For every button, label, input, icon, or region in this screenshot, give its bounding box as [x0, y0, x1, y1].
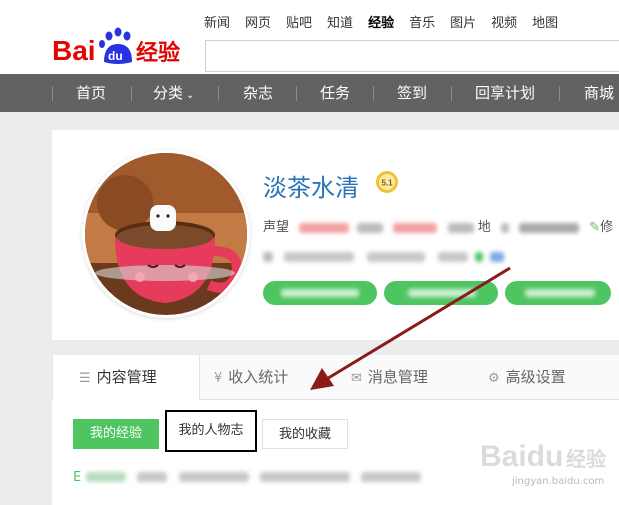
nav-separator	[218, 86, 219, 101]
reputation-label: 声望	[263, 220, 290, 235]
gear-icon: ⚙	[488, 371, 500, 386]
edit-label[interactable]: 修	[600, 220, 613, 235]
top-nav-item[interactable]: 贴吧	[286, 12, 312, 31]
top-nav-item[interactable]: 地图	[532, 12, 558, 31]
profile-action-button-1[interactable]	[263, 281, 377, 305]
svg-text:经验: 经验	[566, 447, 606, 471]
baidu-jingyan-logo[interactable]: Bai du 经验	[52, 26, 192, 68]
nav-item[interactable]: 商城	[584, 74, 614, 112]
edit-icon[interactable]: ✎	[589, 220, 600, 235]
top-nav-item[interactable]: 视频	[491, 12, 517, 31]
svg-text:5.1: 5.1	[381, 179, 393, 188]
tab-income-stats[interactable]: ¥ 收入统计	[214, 355, 288, 399]
main-nav-bar: 首页 分类 ⌄ 杂志 任务 签到 回享计划 商城	[0, 74, 619, 112]
reputation-row: 声望 地 ✎修	[263, 216, 613, 235]
svg-text:经验: 经验	[136, 40, 180, 66]
nav-item-label: 签到	[397, 84, 428, 102]
profile-action-button-3[interactable]	[505, 281, 611, 305]
svg-text:Bai: Bai	[52, 35, 96, 66]
tab-content-management[interactable]: ☰ 内容管理	[52, 355, 200, 400]
nav-item[interactable]: 分类 ⌄	[153, 74, 194, 112]
my-experience-button[interactable]: 我的经验	[73, 419, 159, 449]
profile-action-button-2[interactable]	[384, 281, 498, 305]
mail-icon: ✉	[351, 371, 362, 386]
my-favorites-button[interactable]: 我的收藏	[262, 419, 348, 449]
nav-item-label: 首页	[76, 84, 107, 102]
nav-item-label: 商城	[584, 84, 615, 102]
header: Bai du 经验 新闻 网页 贴吧 知道 经验 音乐 图片 视频 地图	[0, 0, 619, 74]
nav-item[interactable]: 首页	[76, 74, 106, 112]
nav-item-label: 分类	[153, 84, 184, 102]
tab-message-management[interactable]: ✉ 消息管理	[351, 355, 428, 399]
level-badge-icon: 5.1	[376, 171, 398, 193]
chevron-down-icon: ⌄	[186, 90, 195, 101]
nav-item-label: 杂志	[243, 84, 274, 102]
my-profile-button[interactable]: 我的人物志	[165, 410, 257, 452]
avatar[interactable]	[85, 153, 247, 315]
tab-advanced-settings[interactable]: ⚙ 高级设置	[488, 355, 566, 399]
top-nav-item[interactable]: 音乐	[409, 12, 435, 31]
svg-text:du: du	[108, 49, 123, 63]
nav-separator	[52, 86, 53, 101]
nav-separator	[296, 86, 297, 101]
nav-separator	[451, 86, 452, 101]
stats-row	[263, 246, 505, 265]
nav-separator	[131, 86, 132, 101]
location-label: 地	[477, 220, 491, 235]
nav-item[interactable]: 杂志	[243, 74, 273, 112]
baidu-watermark-logo: Baidu 经验	[480, 440, 606, 473]
top-nav-item[interactable]: 经验	[368, 12, 394, 31]
top-nav-item[interactable]: 知道	[327, 12, 353, 31]
nav-item-label: 任务	[320, 84, 351, 102]
top-nav-item[interactable]: 网页	[245, 12, 271, 31]
nav-item[interactable]: 回享计划	[475, 74, 535, 112]
nav-separator	[373, 86, 374, 101]
watermark-url: jingyan.baidu.com	[512, 476, 605, 487]
yen-icon: ¥	[214, 371, 223, 386]
svg-text:Baidu: Baidu	[480, 440, 563, 473]
experience-list-row: E	[73, 466, 421, 485]
search-input[interactable]	[205, 40, 619, 72]
list-icon: ☰	[79, 371, 91, 386]
nav-separator	[559, 86, 560, 101]
top-nav: 新闻 网页 贴吧 知道 经验 音乐 图片 视频 地图	[204, 12, 573, 31]
username[interactable]: 淡茶水清	[263, 168, 359, 203]
nav-item[interactable]: 签到	[397, 74, 427, 112]
top-nav-item[interactable]: 新闻	[204, 12, 230, 31]
top-nav-item[interactable]: 图片	[450, 12, 476, 31]
nav-item[interactable]: 任务	[320, 74, 350, 112]
nav-item-label: 回享计划	[475, 84, 536, 102]
